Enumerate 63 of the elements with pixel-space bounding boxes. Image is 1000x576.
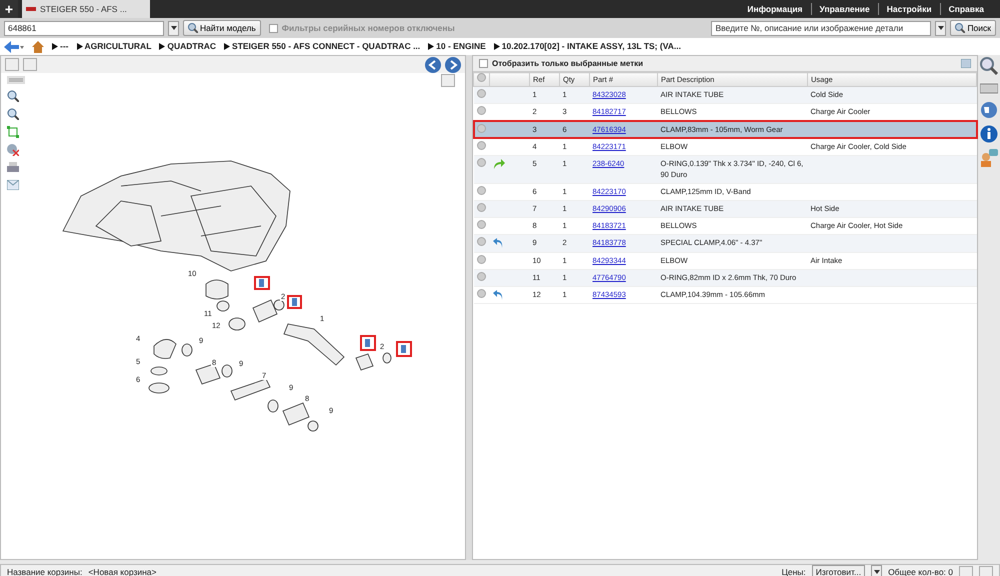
- find-model-button[interactable]: Найти модель: [183, 20, 261, 36]
- arrow-icon: [224, 43, 230, 50]
- breadcrumb-item[interactable]: ---: [60, 40, 68, 53]
- caret-icon: [874, 570, 880, 574]
- arrow-icon: [159, 43, 166, 50]
- menu-link[interactable]: Информация: [747, 2, 802, 16]
- caret-icon: [170, 26, 176, 30]
- window-button[interactable]: [979, 566, 993, 576]
- filter-label: Отобразить только выбранные метки: [492, 58, 644, 70]
- search-icon[interactable]: [980, 57, 998, 75]
- breadcrumb-item[interactable]: STEIGER 550 - AFS CONNECT - QUADTRAC ...: [232, 40, 420, 53]
- logo-icon: [26, 7, 36, 11]
- zoom-out-icon[interactable]: [7, 108, 19, 120]
- clear-icon[interactable]: [7, 144, 19, 156]
- model-field[interactable]: 648861: [4, 20, 164, 36]
- next-icon[interactable]: [445, 56, 461, 72]
- previous-icon[interactable]: [425, 56, 441, 72]
- search-button[interactable]: Поиск: [950, 20, 996, 36]
- part-search-field[interactable]: Введите №, описание или изображение детали: [711, 20, 932, 36]
- search-icon: [955, 23, 966, 33]
- breadcrumb-item[interactable]: QUADTRAC: [167, 40, 216, 53]
- breadcrumb-item[interactable]: 10 - ENGINE: [436, 40, 486, 53]
- keyboard-icon[interactable]: [980, 81, 998, 95]
- checkbox[interactable]: [479, 59, 488, 68]
- filter-label: Фильтры серийных номеров отключены: [282, 22, 455, 34]
- dropdown-button[interactable]: [871, 564, 882, 576]
- dropdown-button[interactable]: [168, 20, 179, 36]
- new-tab-button[interactable]: +: [0, 0, 18, 18]
- menu-link[interactable]: Управление: [810, 2, 870, 16]
- arrow-icon: [76, 43, 82, 50]
- search-icon: [188, 23, 198, 33]
- breadcrumb-item[interactable]: 10.202.170[02] - INTAKE ASSY, 13L TS; (VA...: [502, 40, 681, 53]
- arrow-icon: [428, 43, 434, 50]
- back-arrow-icon: [492, 290, 502, 300]
- prices-dropdown[interactable]: Изготовит...: [812, 564, 866, 576]
- arrow-icon: [52, 43, 58, 50]
- breadcrumb-item[interactable]: AGRICULTURAL: [84, 40, 152, 53]
- zoom-in-icon[interactable]: [7, 90, 19, 102]
- home-icon[interactable]: [32, 40, 44, 52]
- menu-link[interactable]: Справка: [940, 2, 984, 16]
- total-count: Общее кол-во: 0: [888, 566, 953, 576]
- add-all-icon[interactable]: [477, 73, 486, 82]
- checkbox[interactable]: [268, 24, 278, 32]
- caret-icon: [938, 26, 944, 30]
- back-arrow-icon[interactable]: [4, 40, 24, 52]
- toolbar-button[interactable]: [5, 58, 19, 71]
- prices-label: Цены:: [782, 566, 806, 576]
- browser-tab[interactable]: STEIGER 550 - AFS ...: [22, 0, 150, 18]
- info-icon[interactable]: [980, 125, 998, 143]
- columns-icon[interactable]: [961, 59, 971, 68]
- forward-arrow-icon: [492, 159, 504, 170]
- fit-icon[interactable]: [7, 126, 19, 138]
- menu-link[interactable]: Настройки: [878, 2, 932, 16]
- handle-icon[interactable]: [7, 76, 25, 84]
- tab-title: STEIGER 550 - AFS ...: [40, 2, 127, 16]
- back-arrow-icon: [492, 238, 502, 248]
- print-icon[interactable]: [7, 162, 19, 174]
- arrow-icon: [494, 43, 500, 50]
- toolbar-button[interactable]: [23, 58, 37, 71]
- window-button[interactable]: [959, 566, 973, 576]
- mail-icon[interactable]: [7, 180, 19, 190]
- dropdown-button[interactable]: [935, 20, 946, 36]
- support-icon[interactable]: [980, 149, 998, 167]
